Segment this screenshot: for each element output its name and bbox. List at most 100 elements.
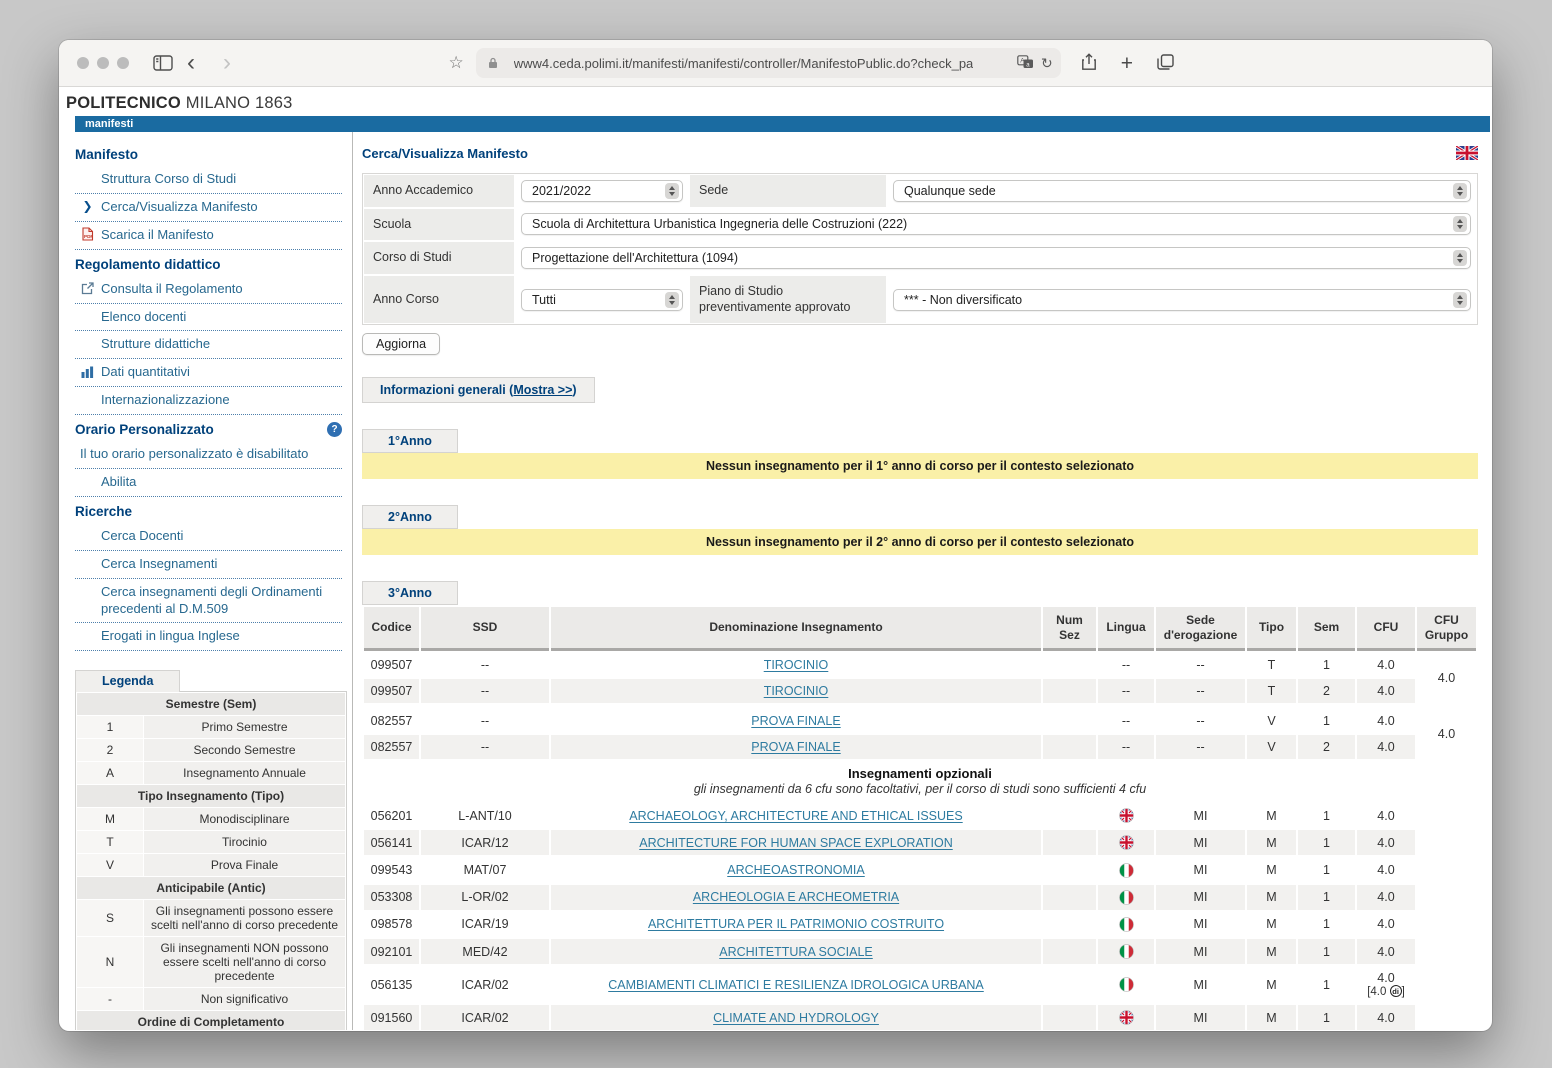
num-sez-cell [1043,679,1096,703]
sede-erogazione-cell: MI [1156,803,1245,828]
scuola-select[interactable]: Scuola di Architettura Urbanistica Ingeg… [521,213,1471,235]
share-icon[interactable] [1081,53,1097,74]
course-row: 056141ICAR/12ARCHITECTURE FOR HUMAN SPAC… [364,830,1476,855]
sede-erogazione-cell: MI [1156,857,1245,882]
anno-accademico-label: Anno Accademico [364,175,514,207]
tabs-overview-icon[interactable] [1157,54,1174,73]
sidebar-section-title: Regolamento didattico [75,250,342,276]
sem-cell: 1 [1298,653,1355,677]
tipo-cell: M [1247,939,1296,964]
anno-corso-select[interactable]: Tutti [521,289,683,311]
lingua-cell [1098,939,1154,964]
sidebar-item: Il tuo orario personalizzato è disabilit… [75,441,342,469]
cfu-cell: 4.0 [1357,735,1415,759]
lock-icon [488,57,498,69]
sede-erogazione-cell: MI [1156,912,1245,937]
sidebar-item-label: Elenco docenti [101,309,186,324]
num-sez-cell [1043,912,1096,937]
sidebar-item[interactable]: Erogati in lingua Inglese [75,623,342,651]
year-2-empty-banner: Nessun insegnamento per il 2° anno di co… [362,529,1478,555]
sem-cell: 2 [1298,735,1355,759]
course-link[interactable]: PROVA FINALE [751,714,840,728]
sidebar-item[interactable]: Dati quantitativi [75,359,342,387]
sidebar-toggle-icon[interactable] [153,55,173,71]
anno-accademico-select[interactable]: 2021/2022 [521,180,683,202]
legend-section-header: Semestre (Sem) [77,693,345,715]
course-link[interactable]: TIROCINIO [764,684,829,698]
sidebar-item[interactable]: Cerca insegnamenti degli Ordinamenti pre… [75,579,342,624]
course-link[interactable]: ARCHEOLOGIA E ARCHEOMETRIA [693,890,899,904]
help-icon[interactable]: ? [327,422,342,437]
back-button[interactable]: ‹ [187,51,195,75]
num-sez-cell [1043,885,1096,910]
sidebar-item[interactable]: Internazionalizzazione [75,387,342,415]
uk-flag-icon [1119,835,1134,850]
sidebar-item[interactable]: PDFScarica il Manifesto [75,222,342,250]
uk-flag-icon[interactable] [1456,146,1478,160]
sidebar-item[interactable]: ❯Cerca/Visualizza Manifesto [75,194,342,222]
ssd-cell: ICAR/12 [421,830,549,855]
zoom-window-button[interactable] [117,57,129,69]
tipo-cell: M [1247,857,1296,882]
sem-cell: 2 [1298,679,1355,703]
favorites-star-icon[interactable]: ☆ [448,53,463,73]
legend-description: Gli insegnamenti possono essere scelti n… [144,900,345,936]
sidebar-item-label: Internazionalizzazione [101,392,230,407]
piano-di-studio-select[interactable]: *** - Non diversificato [893,289,1471,311]
col-header-lingua: Lingua [1098,607,1154,651]
reload-icon[interactable]: ↻ [1041,55,1053,72]
course-link[interactable]: ARCHEOASTRONOMIA [727,863,865,877]
course-link[interactable]: CLIMATE AND HYDROLOGY [713,1011,879,1025]
logo-secondary: MILANO 1863 [186,94,293,112]
close-window-button[interactable] [77,57,89,69]
course-link[interactable]: ARCHITETTURA SOCIALE [719,945,873,959]
sidebar-item[interactable]: Abilita [75,469,342,497]
course-link[interactable]: ARCHITETTURA PER IL PATRIMONIO COSTRUITO [648,917,944,931]
sidebar-item[interactable]: Struttura Corso di Studi [75,166,342,194]
chevron-right-icon: ❯ [80,199,95,214]
sidebar-item-label: Abilita [101,474,136,489]
site-logo: POLITECNICO MILANO 1863 [66,94,1492,113]
sidebar-item[interactable]: Elenco docenti [75,304,342,332]
aggiorna-button[interactable]: Aggiorna [362,333,440,355]
mostra-link[interactable]: Mostra >> [513,383,572,397]
codice-cell: 056135 [364,966,419,1003]
course-table: Codice SSD Denominazione Insegnamento Nu… [362,605,1478,1030]
sidebar-item[interactable]: Strutture didattiche [75,331,342,359]
sede-erogazione-cell: -- [1156,735,1245,759]
cfu-cell: 4.0 [1357,1005,1415,1030]
course-row: 082557--PROVA FINALE----V24.0 [364,735,1476,759]
tipo-cell: M [1247,1005,1296,1030]
legend-description: Insegnamento Annuale [144,762,345,784]
new-tab-icon[interactable]: + [1121,53,1133,74]
codice-cell: 098578 [364,912,419,937]
course-link[interactable]: ARCHITECTURE FOR HUMAN SPACE EXPLORATION [639,836,952,850]
course-link[interactable]: TIROCINIO [764,658,829,672]
ssd-cell: ICAR/02 [421,1005,549,1030]
lingua-cell [1098,912,1154,937]
sidebar-item[interactable]: Consulta il Regolamento [75,276,342,304]
legend-description: Secondo Semestre [144,739,345,761]
page-title: Cerca/Visualizza Manifesto [362,146,528,161]
sidebar-item[interactable]: Cerca Docenti [75,523,342,551]
legend-row: 2Secondo Semestre [77,739,345,761]
course-link[interactable]: ARCHAEOLOGY, ARCHITECTURE AND ETHICAL IS… [629,809,962,823]
legend-symbol: 1 [77,716,143,738]
corso-di-studi-select[interactable]: Progettazione dell'Architettura (1094) [521,247,1471,269]
course-link[interactable]: CAMBIAMENTI CLIMATICI E RESILIENZA IDROL… [608,978,984,992]
pdf-icon: PDF [80,227,95,242]
browser-toolbar: ‹ › ☆ www4.ceda.polimi.it/manifesti/mani… [59,40,1492,87]
sidebar-item[interactable]: Cerca Insegnamenti [75,551,342,579]
legend-description: Prova Finale [144,854,345,876]
url-bar[interactable]: www4.ceda.polimi.it/manifesti/manifesti/… [476,48,1061,78]
course-link[interactable]: PROVA FINALE [751,740,840,754]
sidebar-section-title: Orario Personalizzato? [75,415,342,441]
tipo-cell: T [1247,653,1296,677]
translate-icon[interactable]: A a [1017,55,1034,72]
legend-section-header: Anticipabile (Antic) [77,877,345,899]
num-sez-cell [1043,653,1096,677]
svg-text:PDF: PDF [84,234,93,239]
sede-select[interactable]: Qualunque sede [893,180,1471,202]
minimize-window-button[interactable] [97,57,109,69]
forward-button: › [223,51,231,75]
